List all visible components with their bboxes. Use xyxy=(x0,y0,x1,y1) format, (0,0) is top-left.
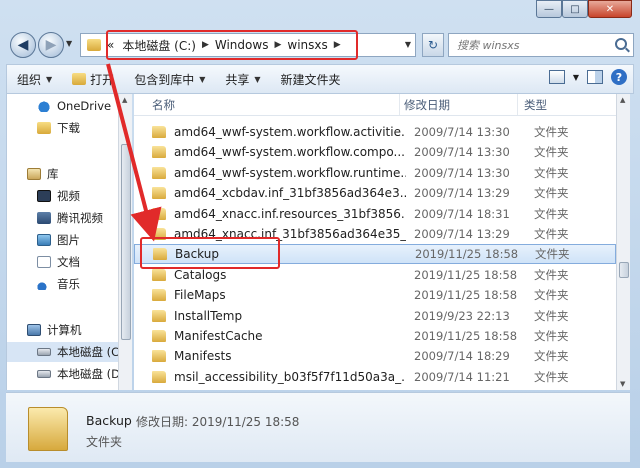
details-name: Backup xyxy=(86,413,132,428)
large-folder-icon xyxy=(28,407,68,451)
arrow-line xyxy=(106,63,162,242)
details-modified: 修改日期: 2019/11/25 18:58 xyxy=(136,415,300,429)
details-type: 文件夹 xyxy=(86,435,123,449)
explorer-window: — □ ✕ ◀ ▶ ▼ « 本地磁盘 (C:) ▶ Windows ▶ wins… xyxy=(0,0,640,468)
details-pane: Backup 修改日期: 2019/11/25 18:58 文件夹 xyxy=(6,392,630,462)
